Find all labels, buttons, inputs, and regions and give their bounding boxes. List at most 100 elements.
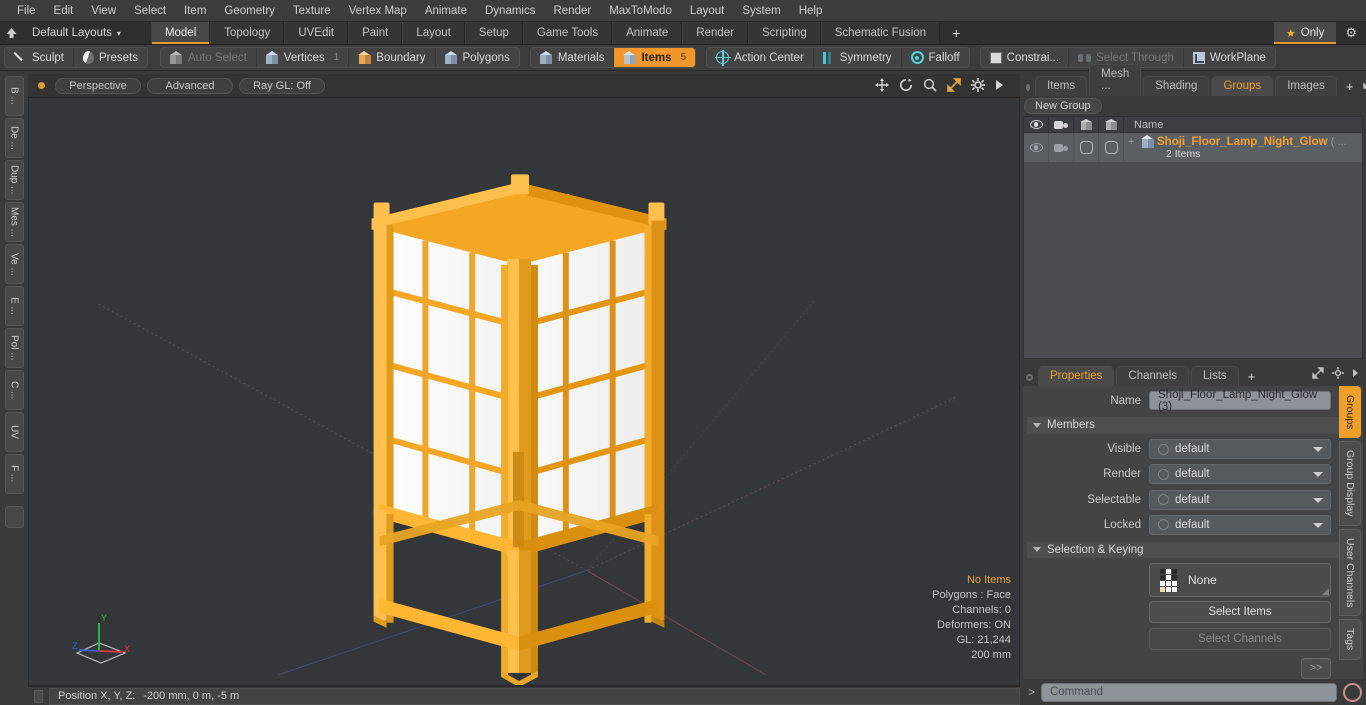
tab-render[interactable]: Render (682, 22, 748, 44)
select-channels-button[interactable]: Select Channels (1149, 628, 1331, 650)
menu-item-texture[interactable]: Texture (284, 3, 340, 19)
tab-mesh[interactable]: Mesh ... (1089, 64, 1141, 96)
command-input[interactable]: Command (1041, 683, 1337, 702)
add-tab-button[interactable]: + (940, 22, 972, 44)
left-tab-curve[interactable]: C ... (5, 370, 24, 410)
render-dropdown[interactable]: default (1149, 464, 1331, 484)
add-properties-tab-button[interactable]: + (1241, 367, 1263, 386)
left-tab-mesh[interactable]: Mes ... (5, 202, 24, 242)
side-tab-groups[interactable]: Groups (1339, 386, 1361, 438)
status-handle[interactable] (34, 690, 43, 703)
sculpt-button[interactable]: Sculpt (5, 48, 74, 67)
left-tab-uv[interactable]: UV (5, 412, 24, 452)
rotate-icon[interactable] (899, 78, 913, 94)
tab-items[interactable]: Items (1035, 76, 1087, 96)
symmetry-button[interactable]: Symmetry (814, 48, 902, 67)
left-tab-vertex[interactable]: Ve ... (5, 244, 24, 284)
tab-channels[interactable]: Channels (1116, 366, 1189, 386)
viewport-shading-button[interactable]: Advanced (147, 78, 233, 94)
gear-icon[interactable] (1332, 367, 1344, 382)
tab-uvedit[interactable]: UVEdit (284, 22, 348, 44)
zoom-icon[interactable] (923, 78, 937, 94)
gear-icon[interactable]: ⚙ (1336, 22, 1366, 44)
selection-set-dropdown[interactable]: None (1149, 563, 1331, 597)
row-visible-toggle[interactable] (1024, 133, 1049, 162)
table-row[interactable]: + Shoji_Floor_Lamp_Night_Glow ( ... 2 It… (1024, 133, 1362, 163)
home-icon[interactable] (0, 22, 22, 44)
left-tab-polygon[interactable]: Pol ... (5, 328, 24, 368)
viewport-projection-button[interactable]: Perspective (55, 78, 141, 94)
move-icon[interactable] (875, 78, 889, 94)
tab-layout[interactable]: Layout (402, 22, 465, 44)
fit-icon[interactable] (947, 78, 961, 94)
menu-item-system[interactable]: System (733, 3, 789, 19)
menu-item-vertex-map[interactable]: Vertex Map (340, 3, 416, 19)
tab-lists[interactable]: Lists (1191, 366, 1239, 386)
menu-item-select[interactable]: Select (125, 3, 175, 19)
side-tab-tags[interactable]: Tags (1339, 619, 1361, 659)
left-tab-edge[interactable]: E ... (5, 286, 24, 326)
layout-preset-selector[interactable]: Default Layouts ▾ (22, 22, 131, 44)
name-input[interactable]: Shoji_Floor_Lamp_Night_Glow (3) (1149, 391, 1331, 410)
group-list-empty-area[interactable] (1024, 163, 1362, 358)
tab-setup[interactable]: Setup (465, 22, 523, 44)
row-select-toggle[interactable] (1074, 133, 1099, 162)
viewport-3d[interactable]: Y X Z No Items Polygons : Face Channels:… (28, 98, 1020, 686)
tab-topology[interactable]: Topology (210, 22, 284, 44)
left-tab-deform[interactable]: De ... (5, 118, 24, 158)
render-radio[interactable] (1158, 469, 1169, 480)
column-visible-icon[interactable] (1024, 117, 1049, 132)
action-center-button[interactable]: Action Center (707, 48, 814, 67)
falloff-button[interactable]: Falloff (902, 48, 969, 67)
tab-paint[interactable]: Paint (348, 22, 402, 44)
auto-select-button[interactable]: Auto Select (161, 48, 257, 67)
menu-item-maxtomodo[interactable]: MaxToModo (600, 3, 681, 19)
expander-icon[interactable]: + (1128, 136, 1138, 148)
record-circle-icon[interactable] (1343, 683, 1362, 702)
locked-radio[interactable] (1158, 519, 1169, 530)
tab-animate[interactable]: Animate (612, 22, 682, 44)
workplane-button[interactable]: WorkPlane (1184, 48, 1275, 67)
materials-button[interactable]: Materials (531, 48, 615, 67)
tab-images[interactable]: Images (1275, 76, 1337, 96)
menu-item-file[interactable]: File (8, 3, 45, 19)
tab-schematic-fusion[interactable]: Schematic Fusion (821, 22, 940, 44)
row-lock-toggle[interactable] (1099, 133, 1124, 162)
menu-item-render[interactable]: Render (544, 3, 600, 19)
items-button[interactable]: Items 5 (614, 48, 695, 67)
chevron-right-icon[interactable] (1352, 368, 1359, 381)
left-tab-duplicate[interactable]: Dup ... (5, 160, 24, 200)
menu-item-edit[interactable]: Edit (45, 3, 83, 19)
menu-item-help[interactable]: Help (790, 3, 832, 19)
column-render-icon[interactable] (1049, 117, 1074, 132)
locked-dropdown[interactable]: default (1149, 515, 1331, 535)
constraint-button[interactable]: Constrai... (981, 48, 1069, 67)
add-panel-tab-button[interactable]: + (1339, 77, 1361, 96)
boundary-button[interactable]: Boundary (349, 48, 435, 67)
panel-menu-dot[interactable] (1026, 84, 1030, 91)
tab-groups[interactable]: Groups (1211, 76, 1273, 96)
side-tab-group-display[interactable]: Group Display (1339, 441, 1361, 526)
visible-radio[interactable] (1158, 444, 1169, 455)
viewport-raygl-button[interactable]: Ray GL: Off (239, 78, 325, 94)
visible-dropdown[interactable]: default (1149, 439, 1331, 459)
expand-icon[interactable] (1312, 367, 1324, 382)
side-tab-user-channels[interactable]: User Channels (1339, 529, 1361, 616)
selectable-radio[interactable] (1158, 494, 1169, 505)
more-button[interactable]: >> (1301, 658, 1331, 679)
members-section-header[interactable]: Members (1027, 417, 1359, 433)
menu-item-geometry[interactable]: Geometry (215, 3, 284, 19)
vertices-button[interactable]: Vertices 1 (257, 48, 349, 67)
presets-button[interactable]: Presets (74, 48, 147, 67)
polygons-button[interactable]: Polygons (436, 48, 519, 67)
select-items-button[interactable]: Select Items (1149, 601, 1331, 623)
left-tab-fusion[interactable]: F ... (5, 454, 24, 494)
left-tab-basic[interactable]: B ... (5, 76, 24, 116)
tab-properties[interactable]: Properties (1038, 366, 1114, 386)
tab-model[interactable]: Model (151, 22, 210, 44)
menu-item-view[interactable]: View (82, 3, 125, 19)
properties-menu-dot[interactable] (1026, 374, 1033, 381)
gear-icon[interactable] (971, 78, 985, 94)
column-lock-icon[interactable] (1099, 117, 1124, 132)
expand-icon[interactable] (1363, 77, 1366, 92)
